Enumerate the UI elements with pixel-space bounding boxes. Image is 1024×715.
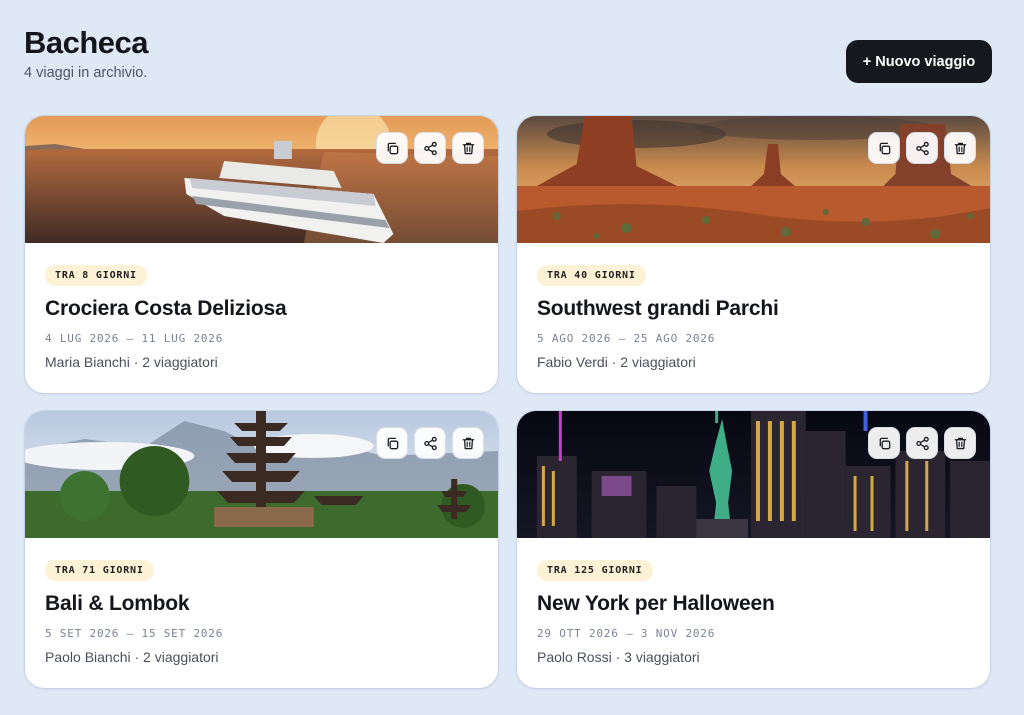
trip-dates: 5 AGO 2026 – 25 AGO 2026	[537, 332, 716, 345]
countdown-badge: TRA 40 GIORNI	[537, 265, 646, 286]
card-actions	[376, 132, 484, 164]
duplicate-button[interactable]	[376, 427, 408, 459]
trip-image-new-york	[517, 411, 990, 538]
share-icon	[423, 141, 438, 156]
trip-title[interactable]: New York per Halloween	[537, 592, 970, 616]
copy-icon	[385, 436, 400, 451]
trip-card[interactable]: TRA 40 GIORNI Southwest grandi Parchi 5 …	[516, 115, 991, 394]
copy-icon	[877, 141, 892, 156]
share-icon	[915, 436, 930, 451]
trash-icon	[953, 141, 968, 156]
share-button[interactable]	[414, 132, 446, 164]
copy-icon	[877, 436, 892, 451]
delete-button[interactable]	[452, 132, 484, 164]
trip-dates: 29 OTT 2026 – 3 NOV 2026	[537, 627, 716, 640]
trip-meta: Paolo Rossi · 3 viaggiatori	[537, 649, 700, 665]
trip-card[interactable]: TRA 8 GIORNI Crociera Costa Deliziosa 4 …	[24, 115, 499, 394]
copy-icon	[385, 141, 400, 156]
duplicate-button[interactable]	[376, 132, 408, 164]
trash-icon	[953, 436, 968, 451]
trip-meta: Fabio Verdi · 2 viaggiatori	[537, 354, 696, 370]
new-trip-button[interactable]: + Nuovo viaggio	[846, 40, 992, 83]
duplicate-button[interactable]	[868, 427, 900, 459]
card-actions	[868, 132, 976, 164]
countdown-badge: TRA 71 GIORNI	[45, 560, 154, 581]
share-icon	[423, 436, 438, 451]
trip-meta: Maria Bianchi · 2 viaggiatori	[45, 354, 218, 370]
share-button[interactable]	[906, 132, 938, 164]
share-button[interactable]	[906, 427, 938, 459]
trash-icon	[461, 436, 476, 451]
page-header: Bacheca 4 viaggi in archivio. + Nuovo vi…	[24, 24, 992, 94]
share-button[interactable]	[414, 427, 446, 459]
trip-card[interactable]: TRA 125 GIORNI New York per Halloween 29…	[516, 410, 991, 689]
trip-title[interactable]: Crociera Costa Deliziosa	[45, 297, 478, 321]
delete-button[interactable]	[944, 132, 976, 164]
share-icon	[915, 141, 930, 156]
trash-icon	[461, 141, 476, 156]
trip-dates: 4 LUG 2026 – 11 LUG 2026	[45, 332, 224, 345]
trip-image-cruise	[25, 116, 498, 243]
trip-title[interactable]: Southwest grandi Parchi	[537, 297, 970, 321]
trip-card[interactable]: TRA 71 GIORNI Bali & Lombok 5 SET 2026 –…	[24, 410, 499, 689]
countdown-badge: TRA 8 GIORNI	[45, 265, 147, 286]
countdown-badge: TRA 125 GIORNI	[537, 560, 653, 581]
trip-image-desert	[517, 116, 990, 243]
trip-meta: Paolo Bianchi · 2 viaggiatori	[45, 649, 219, 665]
card-actions	[376, 427, 484, 459]
trip-title[interactable]: Bali & Lombok	[45, 592, 478, 616]
delete-button[interactable]	[452, 427, 484, 459]
trip-dates: 5 SET 2026 – 15 SET 2026	[45, 627, 224, 640]
trip-image-bali	[25, 411, 498, 538]
duplicate-button[interactable]	[868, 132, 900, 164]
card-actions	[868, 427, 976, 459]
delete-button[interactable]	[944, 427, 976, 459]
